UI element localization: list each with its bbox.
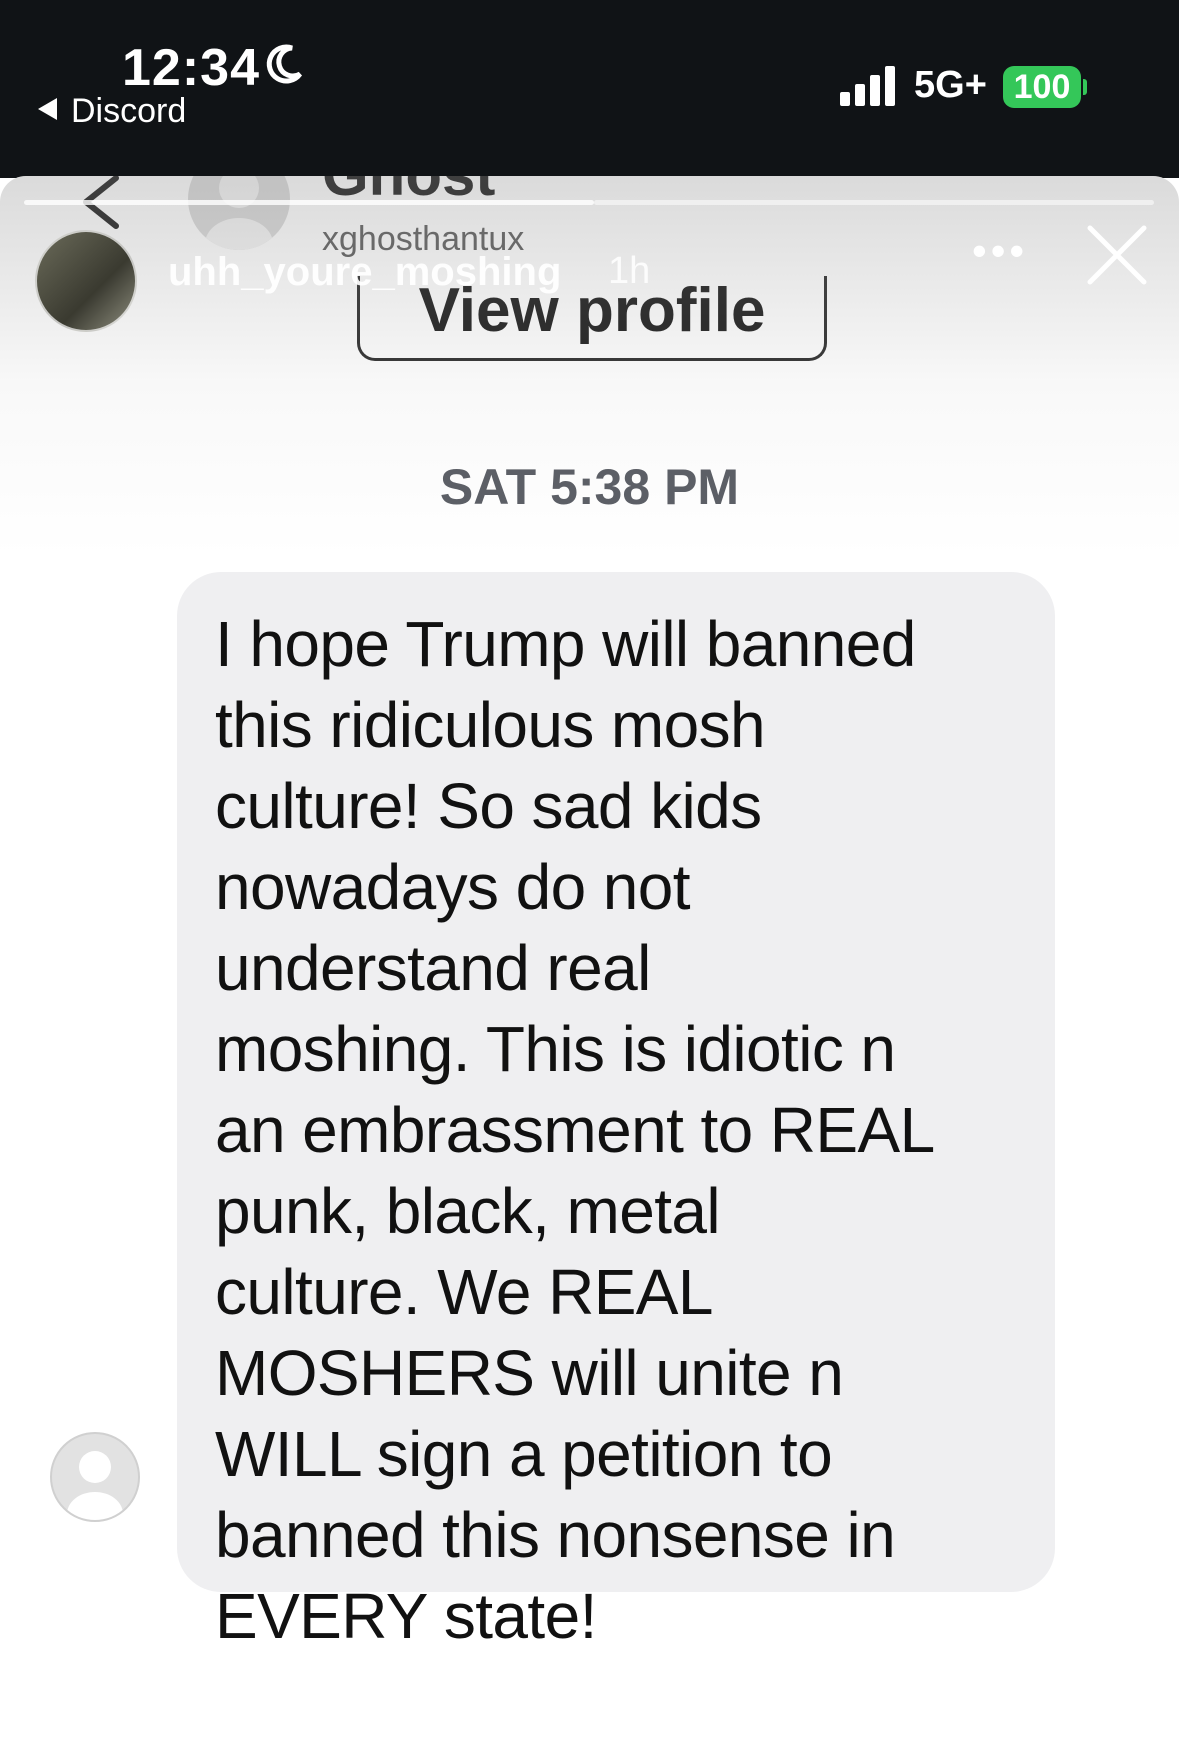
back-to-app-link[interactable]: Discord [38,92,186,131]
signal-icon [840,66,895,106]
avatar-placeholder-icon [205,176,273,250]
story-user-avatar[interactable] [35,230,137,332]
back-triangle-icon [38,98,57,120]
back-app-label: Discord [71,92,187,130]
sender-avatar[interactable] [50,1432,140,1522]
story-username[interactable]: uhh_youre_moshing [168,250,561,295]
message-sheet: Ghost xghosthantux View profile uhh_your… [0,176,1179,1740]
more-icon[interactable]: ••• [972,230,1032,272]
message-timestamp: SAT 5:38 PM [439,459,740,515]
network-type: 5G+ [914,64,987,106]
moon-icon [266,44,303,84]
story-progress-segment [594,200,1154,205]
status-bar: 12:34 Discord 5G+ 100 [0,0,1179,178]
message-bubble[interactable]: I hope Trump will banned this ridiculous… [177,572,1055,1652]
avatar-placeholder-icon [67,1451,123,1520]
story-progress-segment [24,200,594,205]
battery-tip [1083,79,1087,95]
battery-indicator: 100 [1003,66,1081,108]
clock: 12:34 [122,39,260,97]
message-text: I hope Trump will banned this ridiculous… [215,608,935,1652]
profile-avatar[interactable] [188,176,290,250]
story-time-ago: 1h [608,250,651,292]
close-icon[interactable] [1082,220,1152,290]
